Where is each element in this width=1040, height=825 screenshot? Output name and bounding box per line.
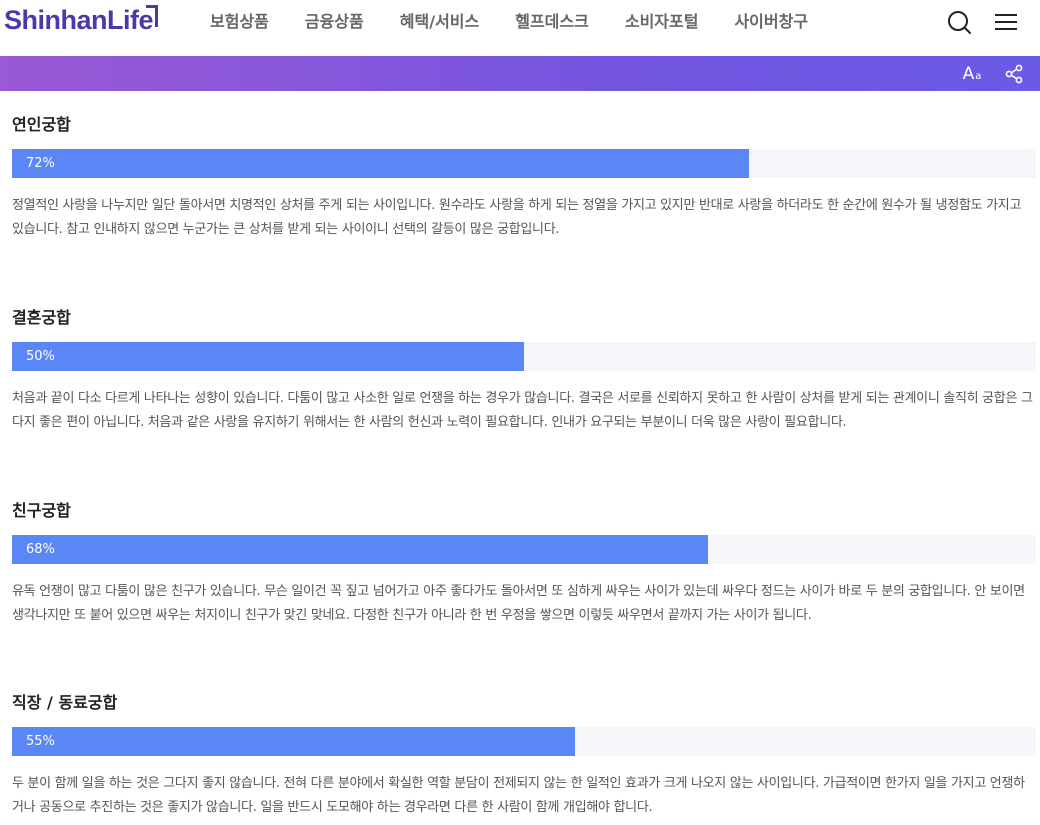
nav-item-insurance[interactable]: 보험상품: [210, 8, 269, 32]
site-header: ShinhanLife 보험상품 금융상품 혜택/서비스 헬프데스크 소비자포털…: [0, 0, 1040, 56]
section-title: 연인궁합: [12, 115, 71, 134]
section-description: 두 분이 함께 일을 하는 것은 그다지 좋지 않습니다. 전혀 다른 분야에서…: [12, 776, 1025, 815]
section-title: 친구궁합: [12, 501, 71, 520]
section-description: 유독 언쟁이 많고 다툼이 많은 친구가 있습니다. 무슨 일이건 꼭 짚고 넘…: [12, 584, 1025, 623]
font-size-big-glyph: A: [962, 63, 975, 84]
section-title: 결혼궁합: [12, 308, 71, 327]
logo-mark-icon: [146, 5, 158, 27]
font-size-button[interactable]: Aa: [958, 56, 986, 91]
progress-fill: 68%: [12, 535, 709, 564]
progress-bar: 50%: [12, 342, 1036, 371]
font-size-small-glyph: a: [975, 71, 982, 82]
nav-item-helpdesk[interactable]: 헬프데스크: [515, 8, 589, 32]
section-description: 처음과 끝이 다소 다르게 나타나는 성향이 있습니다. 다툼이 많고 사소한 …: [12, 391, 1033, 430]
nav-item-finance[interactable]: 금융상품: [305, 8, 364, 32]
progress-bar: 68%: [12, 535, 1036, 564]
section-description: 정열적인 사랑을 나누지만 일단 돌아서면 치명적인 상처를 주게 되는 사이입…: [12, 198, 1022, 237]
progress-label: 50%: [26, 349, 55, 364]
progress-label: 68%: [26, 542, 55, 557]
nav-item-consumer-portal[interactable]: 소비자포털: [625, 8, 699, 32]
search-icon[interactable]: [946, 8, 974, 36]
progress-fill: 50%: [12, 342, 524, 371]
progress-label: 72%: [26, 156, 55, 171]
nav-item-benefits[interactable]: 혜택/서비스: [400, 8, 479, 32]
page-toolbar-band: Aa: [0, 56, 1040, 91]
nav-item-cyber-center[interactable]: 사이버창구: [734, 8, 808, 32]
section-title: 직장 / 동료궁합: [12, 693, 118, 712]
main-nav: 보험상품 금융상품 혜택/서비스 헬프데스크 소비자포털 사이버창구: [210, 8, 844, 32]
progress-bar: 72%: [12, 149, 1036, 178]
progress-bar: 55%: [12, 727, 1036, 756]
progress-fill: 55%: [12, 727, 576, 756]
progress-label: 55%: [26, 734, 55, 749]
hamburger-menu-icon[interactable]: [992, 8, 1020, 36]
brand-logo[interactable]: ShinhanLife: [4, 5, 154, 36]
progress-fill: 72%: [12, 149, 750, 178]
share-icon[interactable]: [1000, 56, 1028, 91]
